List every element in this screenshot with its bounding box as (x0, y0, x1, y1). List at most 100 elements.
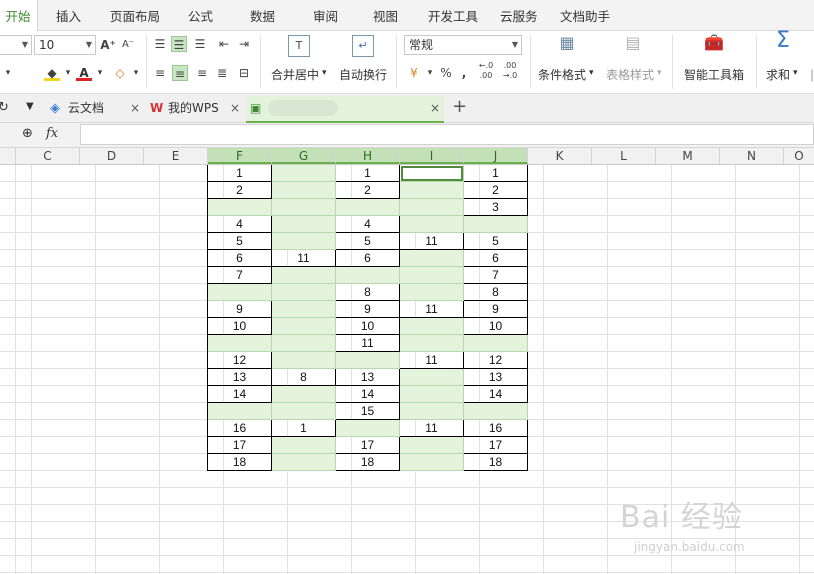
menu-tab-formula[interactable]: 公式 (188, 0, 213, 30)
table-cell[interactable]: 17 (464, 437, 528, 454)
menu-tab-home[interactable]: 开始 (0, 0, 38, 31)
font-size-combo[interactable]: 10 ▼ (34, 35, 96, 55)
table-cell[interactable] (208, 403, 272, 420)
table-cell[interactable]: 9 (208, 301, 272, 318)
table-cell[interactable] (400, 250, 464, 267)
border-dropdown-icon[interactable]: ▾ (0, 65, 16, 81)
smart-toolbox-button[interactable]: 智能工具箱 (684, 66, 744, 83)
table-cell[interactable] (272, 454, 336, 471)
table-cell[interactable]: 14 (464, 386, 528, 403)
table-cell[interactable] (208, 284, 272, 301)
table-cell[interactable]: 9 (336, 301, 400, 318)
close-icon[interactable]: × (430, 96, 440, 121)
back-arrow-icon[interactable]: ↻ (0, 100, 9, 115)
table-cell[interactable]: 2 (208, 182, 272, 199)
table-cell[interactable]: 14 (208, 386, 272, 403)
font-color-icon[interactable]: A (76, 65, 92, 81)
table-cell[interactable]: 5 (336, 233, 400, 250)
table-cell[interactable] (400, 267, 464, 284)
percent-icon[interactable]: % (438, 65, 454, 81)
tab-my-wps[interactable]: W 我的WPS × (148, 96, 244, 121)
column-header[interactable]: D (80, 148, 144, 164)
table-cell[interactable]: 10 (464, 318, 528, 335)
zoom-search-icon[interactable]: ⊕ (22, 126, 33, 141)
tab-current-document[interactable]: ▣ × (246, 96, 444, 123)
table-cell[interactable] (400, 335, 464, 352)
new-tab-plus-icon[interactable]: + (452, 96, 467, 117)
column-header[interactable]: E (144, 148, 208, 164)
clear-format-dropdown-icon[interactable]: ▾ (128, 65, 144, 81)
table-cell[interactable]: 7 (464, 267, 528, 284)
menu-tab-page-layout[interactable]: 页面布局 (110, 0, 160, 30)
table-cell[interactable] (400, 403, 464, 420)
table-cell[interactable] (272, 267, 336, 284)
fx-icon[interactable]: fx (46, 126, 58, 141)
table-cell[interactable] (400, 284, 464, 301)
column-header[interactable]: K (528, 148, 592, 164)
number-format-combo[interactable]: 常规 ▼ (404, 35, 522, 55)
table-cell[interactable] (208, 199, 272, 216)
table-cell[interactable] (272, 199, 336, 216)
table-cell[interactable] (272, 165, 336, 182)
currency-icon[interactable]: ¥ (406, 65, 422, 81)
table-cell[interactable]: 4 (336, 216, 400, 233)
column-header-b-partial[interactable] (0, 148, 16, 164)
menu-tab-data[interactable]: 数据 (250, 0, 275, 30)
table-cell[interactable]: 2 (464, 182, 528, 199)
sum-button[interactable]: 求和 (766, 66, 790, 83)
menu-tab-doc-assistant[interactable]: 文档助手 (560, 0, 610, 30)
table-cell[interactable] (272, 284, 336, 301)
align-middle-icon[interactable]: ☰ (171, 36, 187, 52)
table-cell[interactable]: 1 (208, 165, 272, 182)
table-cell[interactable]: 17 (336, 437, 400, 454)
column-header[interactable]: H (336, 148, 400, 164)
table-cell[interactable] (272, 182, 336, 199)
tab-list-dropdown-icon[interactable]: ▼ (26, 101, 34, 112)
table-cell[interactable]: 3 (464, 199, 528, 216)
decrease-decimal-icon[interactable]: .00 →.0 (502, 61, 518, 85)
table-cell[interactable]: 17 (208, 437, 272, 454)
indent-decrease-icon[interactable]: ⇤ (216, 36, 232, 52)
currency-dropdown-icon[interactable]: ▾ (422, 65, 438, 81)
table-cell[interactable] (400, 199, 464, 216)
column-header[interactable]: C (16, 148, 80, 164)
column-header[interactable]: F (208, 148, 272, 164)
table-cell[interactable] (400, 318, 464, 335)
table-cell[interactable] (400, 165, 464, 182)
merge-dropdown-icon[interactable]: ▾ (322, 68, 327, 78)
distributed-align-icon[interactable]: ⊟ (236, 65, 252, 81)
column-header[interactable]: M (656, 148, 720, 164)
wrap-text-button[interactable]: 自动换行 (339, 66, 387, 83)
table-cell[interactable]: 10 (208, 318, 272, 335)
table-cell[interactable]: 8 (464, 284, 528, 301)
table-cell[interactable]: 11 (336, 335, 400, 352)
table-cell[interactable]: 11 (400, 420, 464, 437)
menu-tab-developer[interactable]: 开发工具 (428, 0, 478, 30)
table-cell[interactable]: 1 (464, 165, 528, 182)
table-cell[interactable] (272, 233, 336, 250)
table-style-button[interactable]: 表格样式 (606, 66, 654, 83)
table-cell[interactable]: 6 (464, 250, 528, 267)
thousands-separator-icon[interactable]: , (456, 65, 472, 81)
table-cell[interactable] (400, 386, 464, 403)
table-cell[interactable] (464, 335, 528, 352)
table-cell[interactable]: 6 (336, 250, 400, 267)
table-cell[interactable]: 11 (400, 301, 464, 318)
table-cell[interactable]: 11 (272, 250, 336, 267)
table-cell[interactable] (272, 335, 336, 352)
table-cell[interactable] (400, 182, 464, 199)
font-name-combo[interactable]: ▼ (0, 35, 32, 55)
table-cell[interactable]: 13 (464, 369, 528, 386)
table-cell[interactable]: 12 (464, 352, 528, 369)
table-cell[interactable]: 11 (400, 233, 464, 250)
column-header[interactable]: G (272, 148, 336, 164)
fill-color-dropdown-icon[interactable]: ▾ (60, 65, 76, 81)
increase-decimal-icon[interactable]: ←.0.00 (478, 61, 494, 85)
table-cell[interactable]: 18 (464, 454, 528, 471)
table-cell[interactable]: 1 (272, 420, 336, 437)
align-center-icon[interactable]: ≡ (172, 65, 188, 81)
table-cell[interactable]: 8 (272, 369, 336, 386)
close-icon[interactable]: × (230, 96, 240, 121)
table-style-dropdown-icon[interactable]: ▾ (657, 68, 662, 78)
font-color-dropdown-icon[interactable]: ▾ (92, 65, 108, 81)
